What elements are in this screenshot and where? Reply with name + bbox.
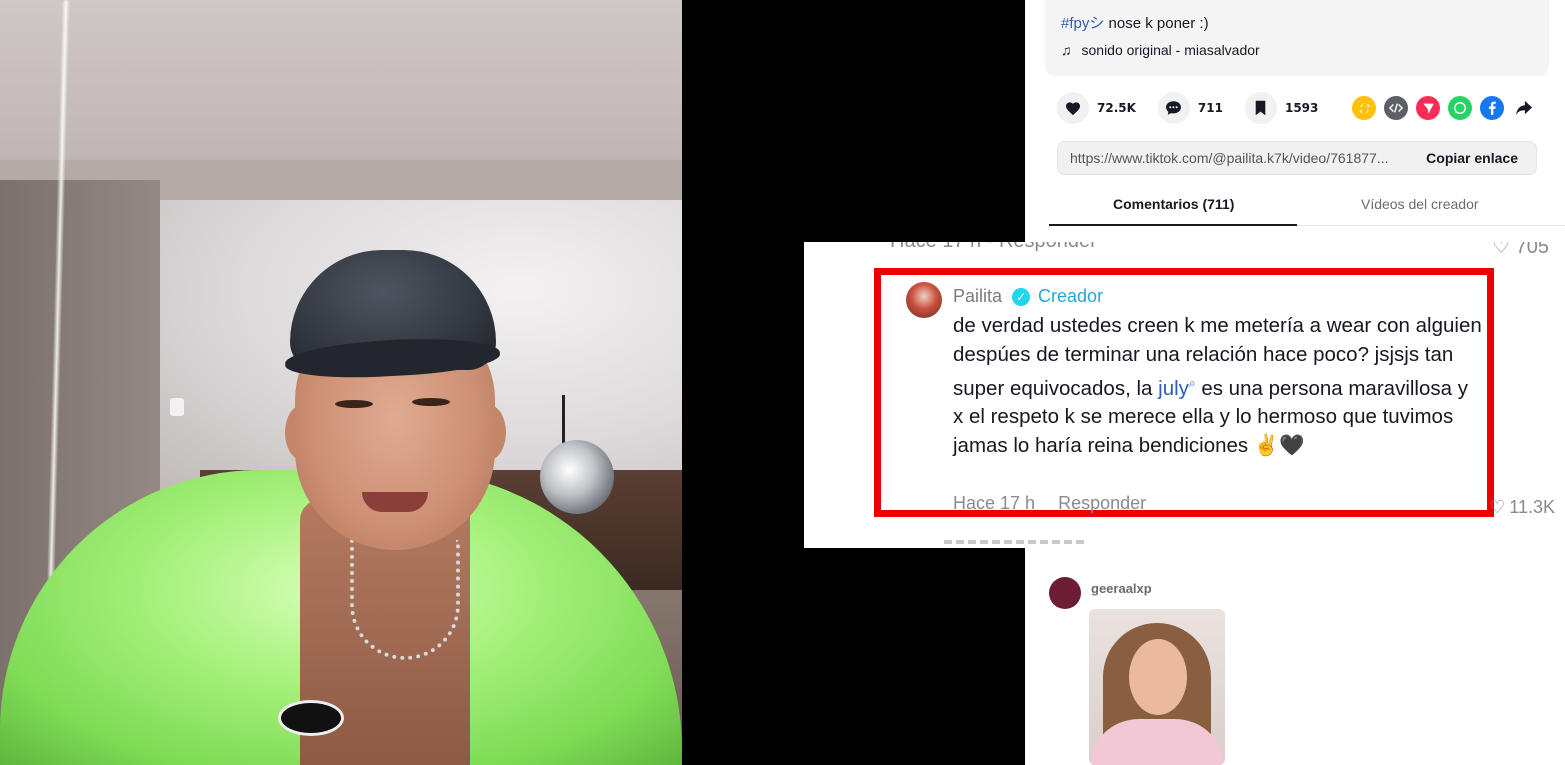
comment-username[interactable]: Pailita: [953, 286, 1002, 307]
send-to-friends-icon[interactable]: [1416, 96, 1440, 120]
comment-count: 711: [1197, 101, 1223, 115]
embed-code-icon[interactable]: [1384, 96, 1408, 120]
comment-like-count: 11.3K: [1509, 497, 1555, 517]
mouth: [362, 492, 428, 512]
active-tab-indicator: [1049, 224, 1297, 226]
copy-link-button[interactable]: Copiar enlace: [1426, 150, 1518, 166]
description-line: #fpyシ nose k poner :): [1061, 12, 1209, 33]
comment-action[interactable]: 711: [1157, 92, 1223, 124]
comment-image[interactable]: [1089, 609, 1225, 765]
like-count: 72.5K: [1097, 101, 1136, 115]
avatar[interactable]: [906, 282, 942, 318]
comment-time: Hace 17 h: [953, 493, 1036, 513]
tab-creator-videos[interactable]: Vídeos del creador: [1361, 196, 1479, 212]
comment-like-button[interactable]: ♡ 11.3K: [1489, 497, 1555, 518]
save-count: 1593: [1284, 101, 1319, 115]
left-eye: [335, 400, 373, 408]
reply-button[interactable]: Responder: [1058, 493, 1146, 513]
comment-bubble-icon[interactable]: [1157, 92, 1190, 124]
verified-check-icon: ✓: [1012, 287, 1031, 306]
jacket-logo: [278, 700, 344, 736]
share-row: [1352, 96, 1536, 120]
heart-outline-icon: ♡: [1492, 242, 1516, 258]
previous-comment-meta: Hace 17 h · Responder: [890, 242, 1097, 253]
video-description: #fpyシ nose k poner :) ♫ sonido original …: [1045, 0, 1549, 76]
hashtag-link[interactable]: #fpyシ: [1061, 15, 1104, 32]
like-action[interactable]: 72.5K: [1057, 92, 1136, 124]
tab-comments[interactable]: Comentarios (711): [1113, 196, 1234, 212]
face: [1129, 639, 1187, 715]
comment-meta: Hace 17 h Responder: [953, 493, 1146, 514]
right-eye: [412, 398, 450, 406]
music-row[interactable]: ♫ sonido original - miasalvador: [1061, 42, 1260, 58]
description-text: nose k poner :): [1108, 15, 1209, 32]
music-title[interactable]: sonido original - miasalvador: [1082, 42, 1260, 58]
whatsapp-icon[interactable]: [1448, 96, 1472, 120]
heart-icon[interactable]: [1057, 92, 1089, 124]
save-action[interactable]: 1593: [1244, 92, 1319, 124]
chain-necklace: [350, 540, 460, 660]
comment-tabs: Comentarios (711) Vídeos del creador: [1049, 188, 1565, 226]
person: [0, 240, 682, 765]
mention-link[interactable]: july: [1158, 377, 1189, 400]
facebook-icon[interactable]: [1480, 96, 1504, 120]
music-note-icon: ♫: [1061, 42, 1072, 58]
next-comment-fragment: [944, 540, 1084, 548]
zoomed-comment-overlay: Hace 17 h · Responder ♡ 705 Pailita ✓ Cr…: [804, 242, 1565, 548]
comment-text: de verdad ustedes creen k me metería a w…: [953, 312, 1483, 460]
screenshot-composite: #fpyシ nose k poner :) ♫ sonido original …: [0, 0, 1565, 765]
search-icon: ⌕: [1188, 376, 1196, 390]
creator-badge: Creador: [1038, 286, 1104, 306]
video-link-box[interactable]: https://www.tiktok.com/@pailita.k7k/vide…: [1057, 141, 1537, 175]
avatar[interactable]: [1049, 577, 1081, 609]
action-bar: 72.5K 711 1593: [1057, 90, 1340, 126]
bookmark-icon[interactable]: [1244, 92, 1277, 124]
comment-author-row: Pailita ✓ Creador: [953, 286, 1103, 307]
comment-username[interactable]: geeraalxp: [1091, 581, 1152, 596]
video-url[interactable]: https://www.tiktok.com/@pailita.k7k/vide…: [1070, 150, 1388, 166]
share-arrow-icon[interactable]: [1512, 96, 1536, 120]
previous-comment-likes: ♡ 705: [1492, 242, 1549, 259]
video-frame[interactable]: [0, 0, 682, 765]
repost-icon[interactable]: [1352, 96, 1376, 120]
heart-outline-icon: ♡: [1489, 497, 1506, 517]
